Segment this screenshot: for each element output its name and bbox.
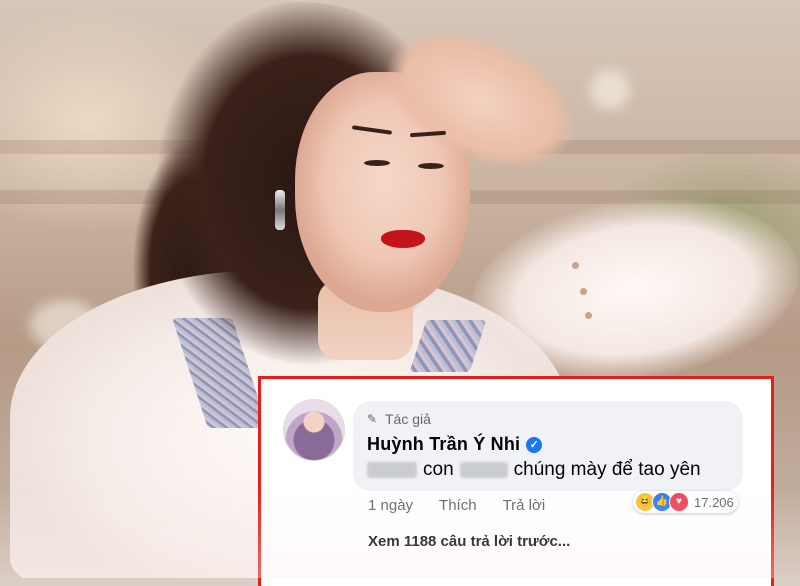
verified-icon: ✓ [526,436,543,453]
eye [418,163,444,169]
comment-text: con chúng mày để tao yên [367,459,701,481]
censored-word [459,462,508,478]
comment-bubble: ✎ Tác giả Huỳnh Trần Ý Nhi ✓ con chúng m… [353,401,743,491]
eye [364,160,390,166]
comment-text-part: chúng mày để tao yên [513,459,701,480]
reaction-count: 17.206 [694,494,734,510]
author-name[interactable]: Huỳnh Trần Ý Nhi [367,434,520,455]
comment-text-part: con [423,459,454,480]
pencil-icon: ✎ [367,412,378,426]
earring [275,190,285,230]
love-icon: ♥ [669,492,689,512]
background-light [590,70,630,110]
censored-word [367,462,417,478]
sleeve-button [585,312,592,319]
avatar[interactable] [283,399,345,461]
sleeve-button [572,262,579,269]
reaction-summary[interactable]: 😆 👍 ♥ 17.206 [633,491,738,513]
comment-actions: 1 ngày Thích Trả lời [368,497,545,514]
author-badge: ✎ Tác giả [367,411,431,427]
comment-time[interactable]: 1 ngày [368,497,413,514]
comment-screenshot: ✎ Tác giả Huỳnh Trần Ý Nhi ✓ con chúng m… [258,376,774,586]
lips [381,230,425,248]
reply-link[interactable]: Trả lời [503,497,546,514]
author-name-row: Huỳnh Trần Ý Nhi ✓ [367,434,543,455]
author-tag: Tác giả [385,411,431,427]
like-link[interactable]: Thích [439,497,477,514]
view-previous-replies-link[interactable]: Xem 1188 câu trả lời trước... [368,533,570,550]
sleeve-button [580,288,587,295]
